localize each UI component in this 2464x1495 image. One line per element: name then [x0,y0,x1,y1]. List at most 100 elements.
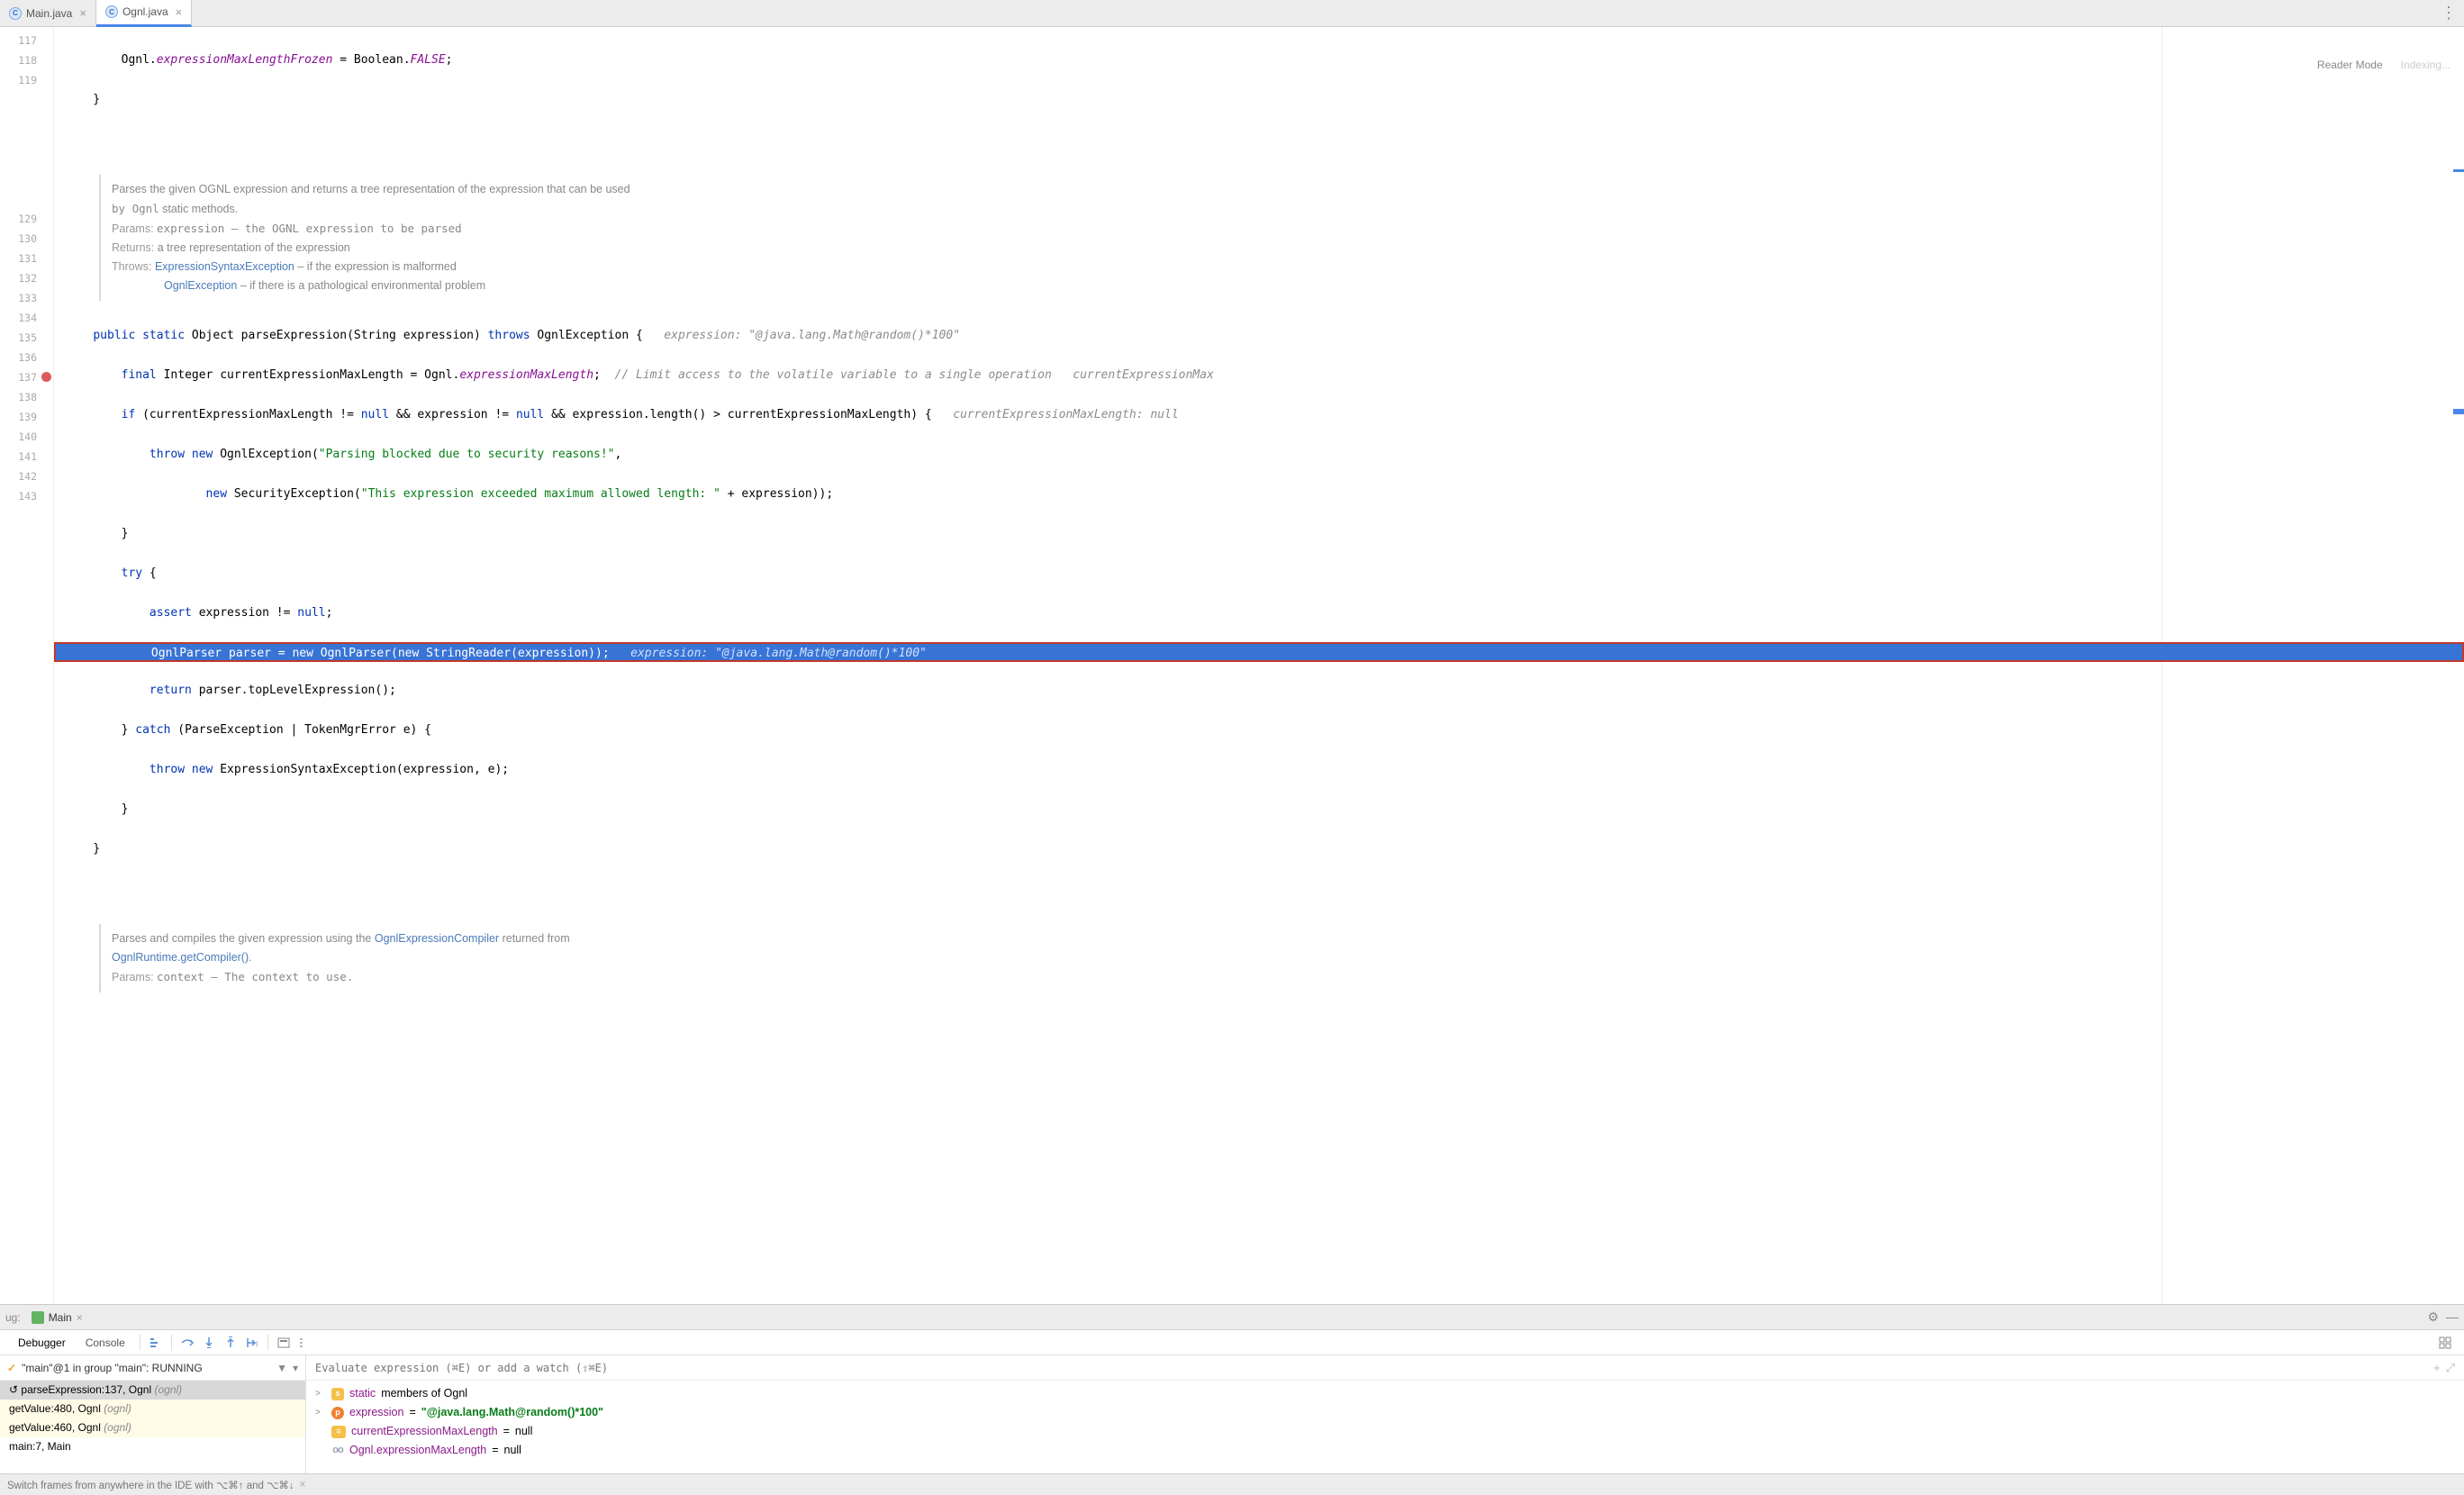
code-line[interactable]: } [54,800,2464,820]
code-line[interactable]: assert expression != null; [54,603,2464,623]
line-number[interactable]: 131 [0,249,53,268]
variable-row[interactable]: >sstatic members of Ognl [315,1384,2455,1403]
javadoc-text: Parses and compiles the given expression… [112,932,375,945]
filter-icon[interactable]: ▼ [276,1362,287,1374]
close-icon[interactable]: × [77,1311,83,1324]
line-number[interactable]: 117 [0,31,53,50]
expand-icon[interactable]: ⤢ [2446,1361,2455,1375]
line-number[interactable]: 130 [0,229,53,249]
gutter[interactable]: 117 118 119 129 130 131 132 133 134 135 … [0,27,54,1304]
code-line-current-execution[interactable]: OgnlParser parser = new OgnlParser(new S… [54,642,2464,662]
scrollbar-mark[interactable] [2453,409,2464,414]
add-watch-icon[interactable]: + [2433,1361,2441,1375]
trace-icon[interactable] [295,1333,315,1353]
debug-ug-label: ug: [5,1311,21,1324]
threads-icon[interactable] [146,1333,166,1353]
javadoc-text: returned from [499,932,570,945]
line-number[interactable]: 138 [0,387,53,407]
run-config-name[interactable]: Main [49,1311,72,1324]
code-line[interactable] [54,130,2464,150]
javadoc-link[interactable]: ExpressionSyntaxException [155,260,294,273]
step-over-icon[interactable] [177,1333,197,1353]
run-to-cursor-icon[interactable]: I [242,1333,262,1353]
line-number[interactable]: 133 [0,288,53,308]
line-number[interactable]: 135 [0,328,53,348]
dropdown-icon[interactable]: ▾ [293,1362,298,1374]
debug-panel: ug: Main × ⚙ — Debugger Console I ✓ "mai… [0,1304,2464,1495]
code-line[interactable]: } [54,90,2464,110]
svg-text:I: I [256,1340,258,1348]
debug-toolbar: Debugger Console I [0,1330,2464,1355]
debug-body: ✓ "main"@1 in group "main": RUNNING ▼ ▾ … [0,1355,2464,1473]
line-number[interactable]: 140 [0,427,53,447]
code-line[interactable]: try { [54,564,2464,584]
stack-frame[interactable]: main:7, Main [0,1437,305,1456]
tab-main-java[interactable]: C Main.java × [0,0,96,26]
variables-list[interactable]: >sstatic members of Ognl>pexpression = "… [306,1381,2464,1473]
frames-list[interactable]: ↺ parseExpression:137, Ognl (ognl)getVal… [0,1381,305,1473]
line-number[interactable]: 139 [0,407,53,427]
evaluate-icon[interactable] [274,1333,294,1353]
tab-debugger[interactable]: Debugger [9,1333,75,1353]
code-line[interactable]: } [54,839,2464,859]
variable-row[interactable]: >pexpression = "@java.lang.Math@random()… [315,1403,2455,1422]
run-config-icon [32,1311,44,1324]
close-icon[interactable]: × [79,6,86,20]
stack-frame[interactable]: getValue:460, Ognl (ognl) [0,1418,305,1437]
line-number[interactable]: 143 [0,486,53,506]
line-number[interactable]: 136 [0,348,53,367]
stack-frame[interactable]: ↺ parseExpression:137, Ognl (ognl) [0,1381,305,1400]
close-icon[interactable]: × [300,1480,306,1490]
code-line[interactable]: throw new ExpressionSyntaxException(expr… [54,760,2464,780]
javadoc-block: Parses and compiles the given expression… [99,924,784,992]
line-number[interactable]: 119 [0,70,53,90]
code-line[interactable]: Ognl.expressionMaxLengthFrozen = Boolean… [54,50,2464,70]
code-line[interactable]: return parser.topLevelExpression(); [54,681,2464,701]
line-number[interactable]: 118 [0,50,53,70]
javadoc-label: Params: [112,222,154,235]
line-number-breakpoint[interactable]: 137 [0,367,53,387]
tip-bar: Switch frames from anywhere in the IDE w… [0,1473,2464,1495]
code-line[interactable]: throw new OgnlException("Parsing blocked… [54,445,2464,465]
code-line[interactable]: } [54,524,2464,544]
scrollbar-mark[interactable] [2453,169,2464,172]
variable-row[interactable]: ooOgnl.expressionMaxLength = null [315,1441,2455,1460]
javadoc-link[interactable]: OgnlException [164,279,237,292]
tab-ognl-java[interactable]: C Ognl.java × [96,0,192,27]
code-line[interactable]: new SecurityException("This expression e… [54,485,2464,504]
line-number[interactable]: 141 [0,447,53,467]
scrollbar[interactable] [2453,54,2464,1304]
line-number[interactable]: 129 [0,209,53,229]
thread-header[interactable]: ✓ "main"@1 in group "main": RUNNING ▼ ▾ [0,1355,305,1381]
code-line[interactable]: public static Object parseExpression(Str… [54,326,2464,346]
layout-icon[interactable] [2435,1333,2455,1353]
minimize-icon[interactable]: — [2446,1309,2459,1325]
tab-console[interactable]: Console [77,1333,134,1353]
code-line[interactable]: final Integer currentExpressionMaxLength… [54,366,2464,385]
tab-label: Ognl.java [122,5,168,18]
line-number[interactable]: 134 [0,308,53,328]
editor-tab-bar: C Main.java × C Ognl.java × ⋮ [0,0,2464,27]
line-number[interactable]: 142 [0,467,53,486]
code-area[interactable]: Ognl.expressionMaxLengthFrozen = Boolean… [54,27,2464,1304]
tab-label: Main.java [26,7,72,20]
more-icon[interactable]: ⋮ [2441,4,2457,23]
step-out-icon[interactable] [221,1333,240,1353]
variable-row[interactable]: ≡currentExpressionMaxLength = null [315,1422,2455,1441]
code-line[interactable]: } catch (ParseException | TokenMgrError … [54,720,2464,740]
line-number[interactable]: 132 [0,268,53,288]
close-icon[interactable]: × [176,5,183,19]
separator [171,1335,172,1351]
code-line[interactable] [54,879,2464,899]
evaluate-input[interactable] [315,1362,2433,1374]
gear-icon[interactable]: ⚙ [2427,1309,2439,1325]
step-into-icon[interactable] [199,1333,219,1353]
stack-frame[interactable]: getValue:480, Ognl (ognl) [0,1400,305,1418]
frames-pane: ✓ "main"@1 in group "main": RUNNING ▼ ▾ … [0,1355,306,1473]
editor: Reader Mode Indexing... 117 118 119 129 … [0,27,2464,1304]
javadoc-link[interactable]: OgnlRuntime.getCompiler() [112,951,249,964]
javadoc-text: – if the expression is malformed [294,260,457,273]
code-line[interactable]: if (currentExpressionMaxLength != null &… [54,405,2464,425]
javadoc-text: context – The context to use. [157,970,353,983]
javadoc-link[interactable]: OgnlExpressionCompiler [375,932,499,945]
